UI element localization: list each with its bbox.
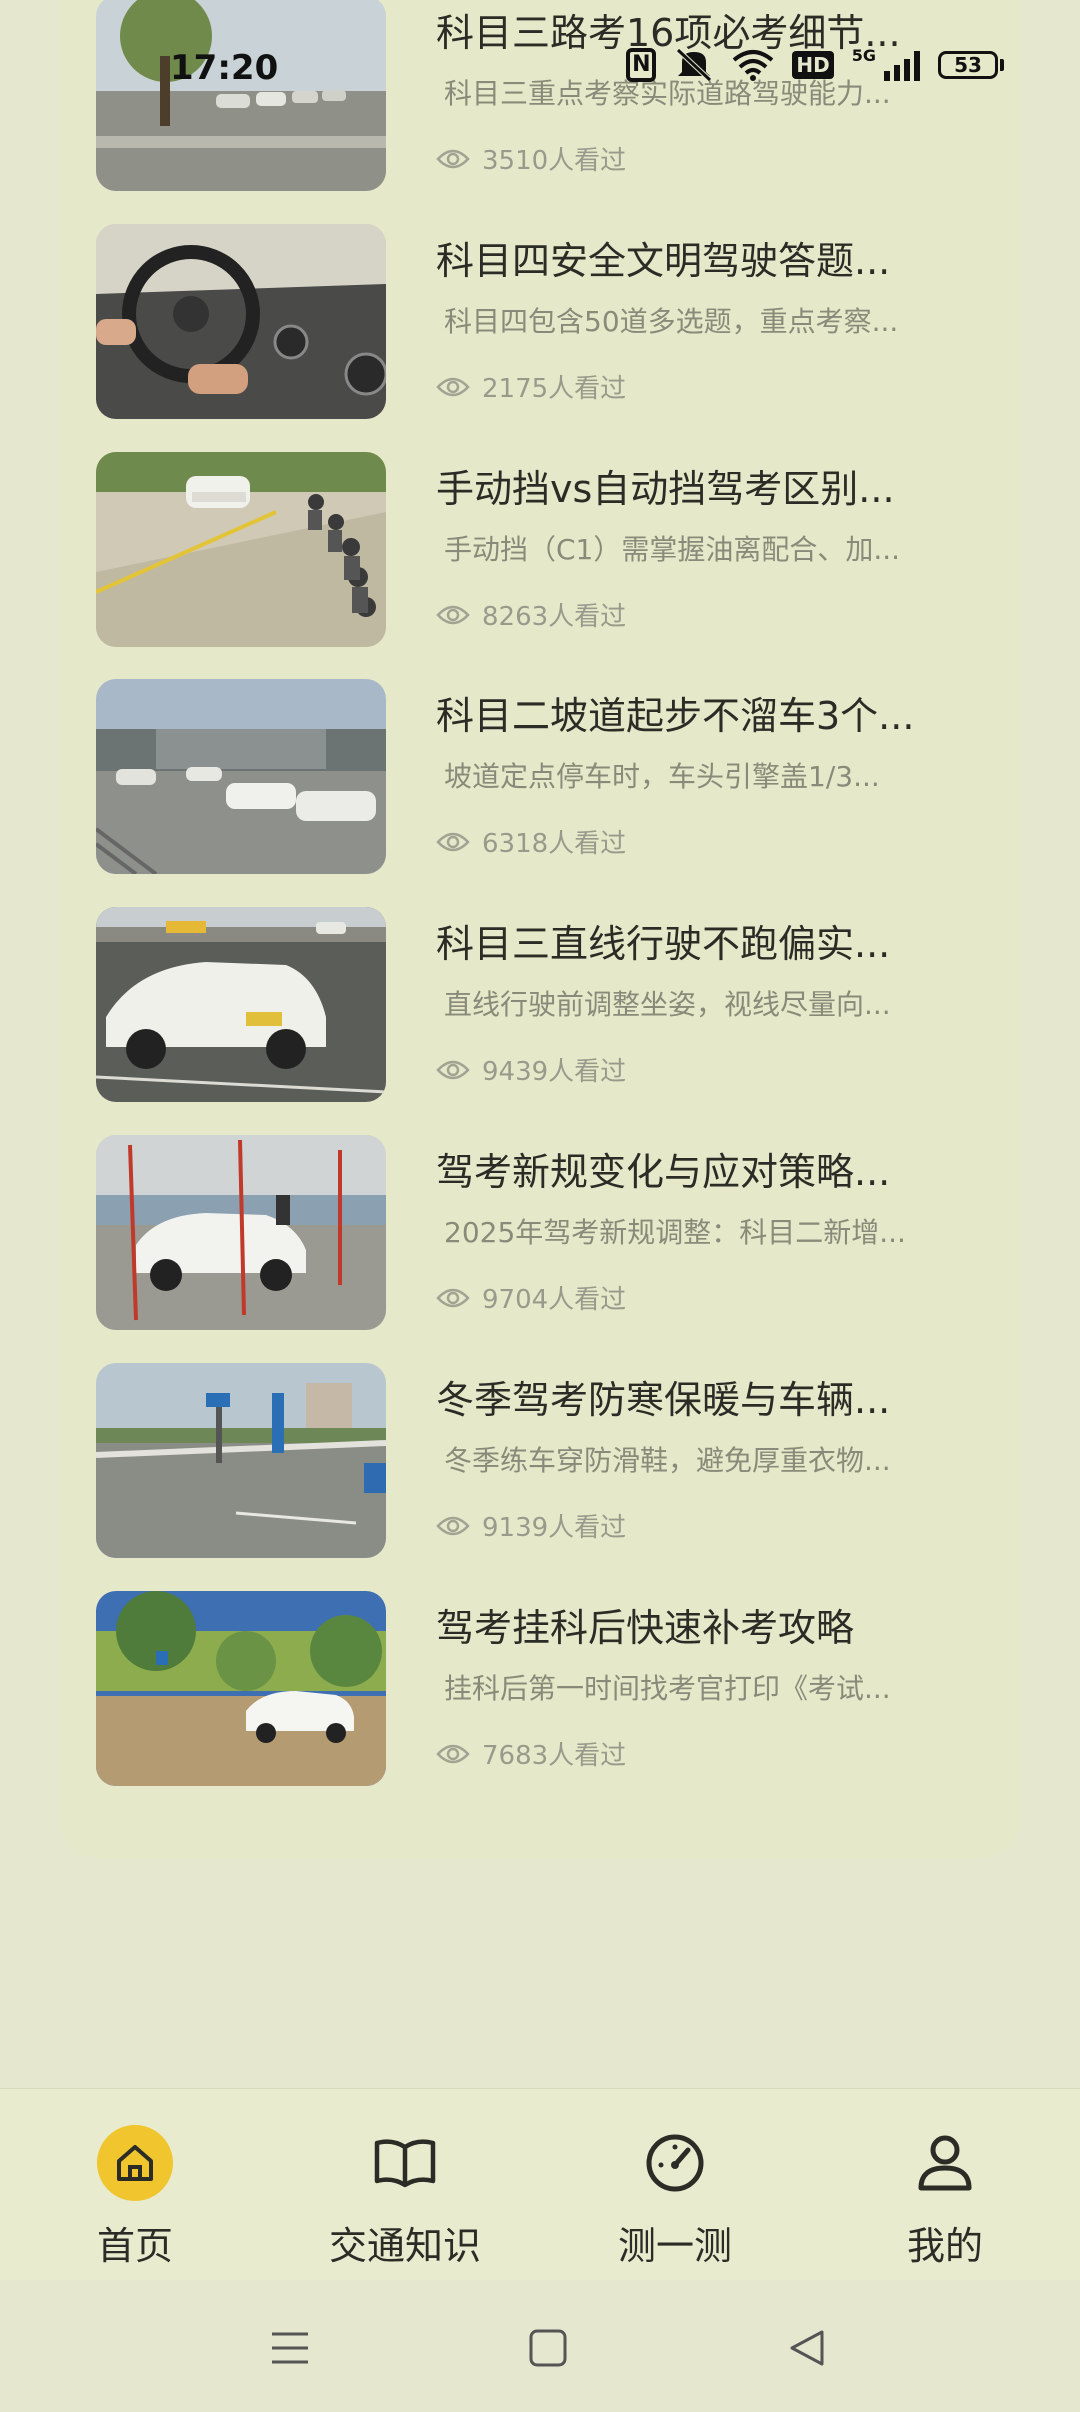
article-summary: 冬季练车穿防滑鞋，避免厚重衣物... bbox=[444, 1444, 891, 1477]
view-count: 9439人看过 bbox=[436, 1051, 626, 1088]
view-count: 6318人看过 bbox=[436, 823, 626, 860]
view-count: 9704人看过 bbox=[436, 1279, 626, 1316]
nav-test[interactable]: 测一测 bbox=[540, 2089, 810, 2281]
article-summary: 坡道定点停车时，车头引擎盖1/3... bbox=[444, 760, 880, 793]
signal-icon bbox=[884, 49, 920, 81]
nav-home[interactable]: 首页 bbox=[0, 2089, 270, 2281]
article-title: 驾考新规变化与应对策略... bbox=[436, 1150, 891, 1194]
eye-icon bbox=[436, 832, 470, 851]
menu-icon[interactable] bbox=[266, 2324, 314, 2372]
article-item[interactable]: 驾考挂科后快速补考攻略 挂科后第一时间找考官打印《考试... 7683人看过 bbox=[96, 1591, 984, 1786]
article-title: 科目三直线行驶不跑偏实... bbox=[436, 922, 891, 966]
article-thumbnail bbox=[96, 224, 386, 419]
article-summary: 挂科后第一时间找考官打印《考试... bbox=[444, 1672, 891, 1705]
eye-icon bbox=[436, 1744, 470, 1763]
bottom-nav: 首页 交通知识 测一测 我的 bbox=[0, 2088, 1080, 2281]
status-icons: N HD 5G 53 bbox=[626, 45, 1004, 82]
view-count-text: 9139人看过 bbox=[482, 1513, 627, 1543]
book-icon bbox=[367, 2125, 443, 2201]
eye-icon bbox=[436, 605, 470, 624]
back-icon[interactable] bbox=[782, 2324, 830, 2372]
nav-home-label: 首页 bbox=[96, 2224, 173, 2268]
article-title: 科目四安全文明驾驶答题... bbox=[436, 239, 891, 283]
article-thumbnail bbox=[96, 1135, 386, 1330]
view-count: 3510人看过 bbox=[436, 140, 626, 177]
article-thumbnail bbox=[96, 679, 386, 874]
eye-icon bbox=[436, 149, 470, 168]
article-title: 手动挡vs自动挡驾考区别... bbox=[436, 467, 895, 511]
view-count-text: 8263人看过 bbox=[482, 602, 627, 632]
battery-tip bbox=[1000, 59, 1004, 71]
article-summary: 直线行驶前调整坐姿，视线尽量向... bbox=[444, 988, 891, 1021]
view-count-text: 9439人看过 bbox=[482, 1057, 627, 1087]
user-icon bbox=[907, 2125, 983, 2201]
view-count: 9139人看过 bbox=[436, 1507, 626, 1544]
view-count: 2175人看过 bbox=[436, 368, 626, 405]
eye-icon bbox=[436, 1516, 470, 1535]
article-title: 科目二坡道起步不溜车3个... bbox=[436, 694, 915, 738]
view-count-text: 3510人看过 bbox=[482, 146, 627, 176]
nav-mine[interactable]: 我的 bbox=[810, 2089, 1080, 2281]
battery-icon: 53 bbox=[938, 51, 998, 79]
article-title: 冬季驾考防寒保暖与车辆... bbox=[436, 1378, 891, 1422]
article-item[interactable]: 科目四安全文明驾驶答题... 科目四包含50道多选题，重点考察... 2175人… bbox=[96, 224, 984, 419]
article-summary: 科目四包含50道多选题，重点考察... bbox=[444, 305, 899, 338]
article-item[interactable]: 科目三直线行驶不跑偏实... 直线行驶前调整坐姿，视线尽量向... 9439人看… bbox=[96, 907, 984, 1102]
article-thumbnail bbox=[96, 1591, 386, 1786]
mute-icon bbox=[674, 48, 714, 82]
home-square-icon[interactable] bbox=[524, 2324, 572, 2372]
eye-icon bbox=[436, 1288, 470, 1307]
article-item[interactable]: 手动挡vs自动挡驾考区别... 手动挡（C1）需掌握油离配合、加... 8263… bbox=[96, 452, 984, 647]
home-icon bbox=[97, 2125, 173, 2201]
nfc-icon: N bbox=[626, 48, 657, 82]
network-type: 5G bbox=[851, 45, 876, 65]
gauge-icon bbox=[637, 2125, 713, 2201]
status-time: 17:20 bbox=[170, 48, 279, 88]
view-count: 8263人看过 bbox=[436, 596, 626, 633]
article-thumbnail bbox=[96, 907, 386, 1102]
article-summary: 2025年驾考新规调整：科目二新增... bbox=[444, 1216, 906, 1249]
view-count-text: 9704人看过 bbox=[482, 1285, 627, 1315]
article-image bbox=[96, 1135, 386, 1330]
article-thumbnail bbox=[96, 452, 386, 647]
nav-traffic-knowledge[interactable]: 交通知识 bbox=[270, 2089, 540, 2281]
wifi-icon bbox=[732, 48, 774, 82]
article-title: 驾考挂科后快速补考攻略 bbox=[436, 1606, 855, 1650]
article-list-card: 科目三路考16项必考细节... 科目三重点考察实际道路驾驶能力... 3510人… bbox=[60, 0, 1020, 1858]
hd-badge: HD bbox=[792, 51, 834, 79]
article-thumbnail bbox=[96, 1363, 386, 1558]
view-count-text: 2175人看过 bbox=[482, 374, 627, 404]
article-item[interactable]: 科目二坡道起步不溜车3个... 坡道定点停车时，车头引擎盖1/3... 6318… bbox=[96, 679, 984, 874]
article-image bbox=[96, 679, 386, 874]
article-item[interactable]: 驾考新规变化与应对策略... 2025年驾考新规调整：科目二新增... 9704… bbox=[96, 1135, 984, 1330]
eye-icon bbox=[436, 377, 470, 396]
article-summary: 手动挡（C1）需掌握油离配合、加... bbox=[444, 533, 901, 566]
view-count-text: 7683人看过 bbox=[482, 1741, 627, 1771]
article-image bbox=[96, 1591, 386, 1786]
view-count-text: 6318人看过 bbox=[482, 829, 627, 859]
article-image bbox=[96, 224, 386, 419]
battery-level: 53 bbox=[954, 53, 982, 77]
nav-test-label: 测一测 bbox=[617, 2224, 732, 2268]
article-item[interactable]: 冬季驾考防寒保暖与车辆... 冬季练车穿防滑鞋，避免厚重衣物... 9139人看… bbox=[96, 1363, 984, 1558]
status-bar: 17:20 N HD 5G 53 bbox=[0, 0, 1080, 120]
nav-mine-label: 我的 bbox=[906, 2224, 983, 2268]
article-image bbox=[96, 452, 386, 647]
article-image bbox=[96, 907, 386, 1102]
nav-traffic-knowledge-label: 交通知识 bbox=[328, 2224, 481, 2268]
article-image bbox=[96, 1363, 386, 1558]
view-count: 7683人看过 bbox=[436, 1735, 626, 1772]
system-nav-bar bbox=[0, 2280, 1080, 2412]
eye-icon bbox=[436, 1060, 470, 1079]
